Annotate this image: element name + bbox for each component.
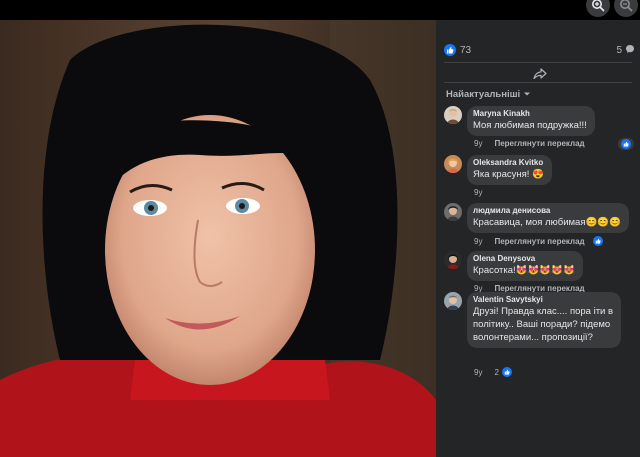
comment-meta: 9у Переглянути переклад: [474, 236, 603, 246]
comment-author[interactable]: Olena Denysova: [473, 254, 575, 264]
comment-time[interactable]: 9у: [474, 139, 482, 148]
comment-author[interactable]: людмила денисова: [473, 206, 621, 216]
avatar[interactable]: [444, 106, 462, 124]
comment-meta: 9у Переглянути переклад: [474, 139, 585, 148]
comment-text-line: Друзі! Правда клас.... пора іти в: [473, 306, 614, 317]
zoom-in-button[interactable]: [586, 0, 610, 17]
reaction-count: 73: [460, 44, 472, 56]
like-icon: [501, 367, 512, 377]
comment-meta: 9у 2: [474, 367, 512, 377]
comment-text: Моя любимая подружка!!!: [473, 120, 587, 131]
avatar[interactable]: [444, 155, 462, 173]
comment-time[interactable]: 9у: [474, 237, 482, 246]
comment-text: Красотка!😻😻😻😻😻: [473, 265, 575, 276]
divider: [444, 82, 632, 83]
see-translation-link[interactable]: Переглянути переклад: [494, 139, 584, 148]
comment-reaction-count[interactable]: 2: [494, 368, 498, 377]
avatar[interactable]: [444, 292, 462, 310]
comment-author[interactable]: Valentin Savytskyi: [473, 295, 613, 305]
comment-icon: [625, 44, 635, 57]
divider: [444, 62, 632, 63]
see-translation-link[interactable]: Переглянути переклад: [494, 237, 584, 246]
chevron-down-icon: [523, 89, 531, 100]
comments-panel: 73 5 Найактуальніші Maryna Kinakh Моя лю…: [436, 20, 640, 457]
comment-bubble: Valentin Savytskyi Друзі! Правда клас...…: [467, 292, 622, 348]
zoom-out-button[interactable]: [614, 0, 638, 17]
comment-bubble: Olena Denysova Красотка!😻😻😻😻😻: [467, 251, 583, 281]
reaction-summary[interactable]: 73: [444, 44, 471, 56]
comment-bubble: Maryna Kinakh Моя любимая подружка!!!: [467, 106, 595, 136]
post-photo[interactable]: [0, 20, 436, 457]
avatar[interactable]: [444, 251, 462, 269]
comment-time[interactable]: 9у: [474, 368, 482, 377]
like-icon: [592, 236, 603, 246]
like-icon: [444, 44, 456, 56]
comment-author[interactable]: Maryna Kinakh: [473, 109, 587, 119]
comment-text: Красавица, моя любимая😊😊😊: [473, 217, 621, 228]
comment-text: Яка красуня! 😍: [473, 169, 544, 180]
comment-bubble: Oleksandra Kvitko Яка красуня! 😍: [467, 155, 552, 185]
comment-text-line: волонтерами... пропозиції?: [473, 332, 593, 343]
comment-reactions[interactable]: [618, 138, 634, 150]
comment-meta: 9у: [474, 188, 482, 197]
photo-viewer: 73 5 Найактуальніші Maryna Kinakh Моя лю…: [0, 0, 640, 457]
comment-text-line: політику.. Ваші поради? підемо: [473, 319, 611, 330]
comment-sort-dropdown[interactable]: Найактуальніші: [446, 89, 531, 100]
sort-label: Найактуальніші: [446, 89, 521, 100]
zoom-in-icon: [591, 0, 605, 12]
comment-bubble: людмила денисова Красавица, моя любимая😊…: [467, 203, 629, 233]
comment-author[interactable]: Oleksandra Kvitko: [473, 158, 544, 168]
comment-count-link[interactable]: 5: [616, 44, 635, 57]
zoom-out-icon: [619, 0, 633, 12]
comment-count: 5: [616, 45, 622, 56]
comment-time[interactable]: 9у: [474, 188, 482, 197]
top-bar: [0, 0, 640, 20]
avatar[interactable]: [444, 203, 462, 221]
like-icon: [621, 139, 631, 149]
